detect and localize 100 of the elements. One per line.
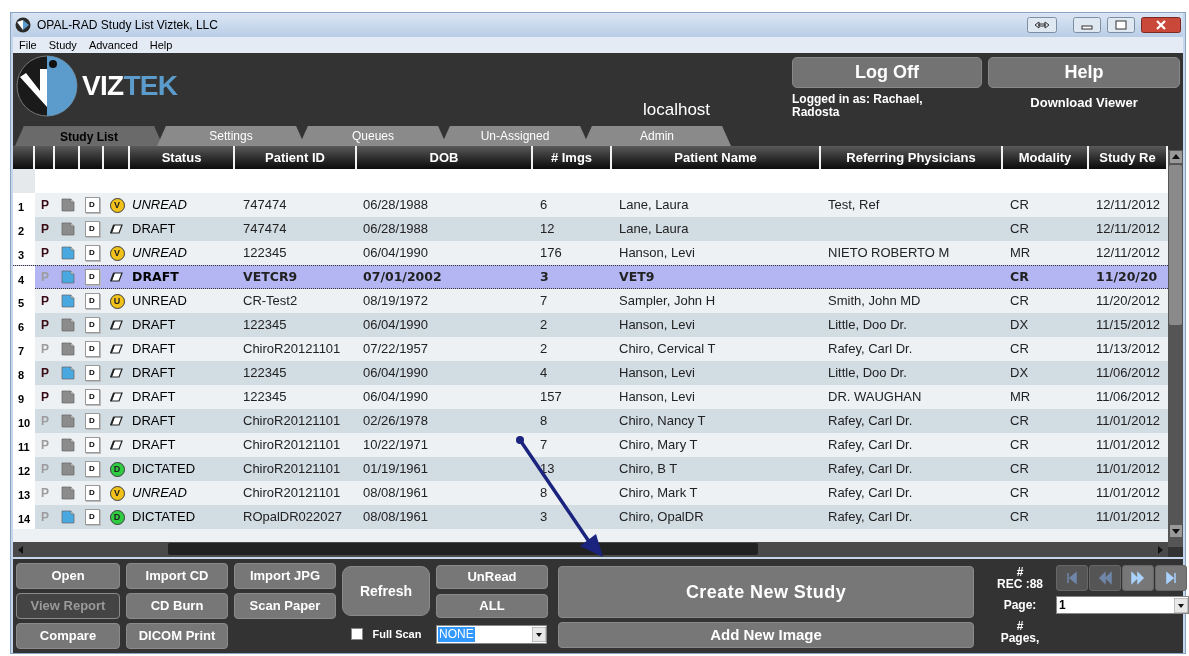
table-cell-text: 11/01/2012	[1095, 412, 1162, 431]
image-icon[interactable]	[59, 485, 76, 501]
eraser-icon	[110, 319, 124, 331]
image-icon[interactable]	[59, 221, 76, 237]
scroll-thumb[interactable]	[1169, 165, 1182, 325]
column-header[interactable]: # Imgs	[533, 146, 612, 169]
image-icon[interactable]	[59, 197, 76, 213]
document-button[interactable]: D	[84, 269, 100, 286]
p-flag[interactable]: P	[35, 244, 55, 262]
document-button[interactable]: D	[84, 221, 100, 237]
table-row[interactable]: 11 P D DRAFT ChiroR20121101 10/22/1971 7 Chiro, Mary T Rafey, Carl Dr. CR 11/01/2012	[13, 433, 1168, 457]
create-study-button[interactable]: Create New Study	[558, 566, 974, 618]
status-text: DRAFT	[131, 267, 180, 286]
table-row[interactable]: 4 P D DRAFT VETCR9 07/01/2002 3 VET9 CR 11/20/20	[13, 265, 1168, 289]
table-cell-text: Chiro, OpalDR	[618, 508, 705, 527]
action-button[interactable]: CD Burn	[126, 593, 228, 619]
image-icon[interactable]	[59, 293, 76, 309]
filter-button[interactable]: UnRead	[436, 565, 548, 589]
p-flag[interactable]: P	[35, 196, 55, 214]
scroll-left-icon[interactable]	[16, 544, 26, 555]
image-icon[interactable]	[59, 341, 76, 357]
table-row[interactable]: 10 P D DRAFT ChiroR20121101 02/26/1978 8 Chiro, Nancy T Rafey, Carl Dr. CR 11/01/2012	[13, 409, 1168, 433]
table-row[interactable]: 7 P D DRAFT ChiroR20121101 07/22/1957 2 Chiro, Cervical T Rafey, Carl Dr. CR 11/13/2012	[13, 337, 1168, 361]
resize-icon[interactable]	[1027, 17, 1057, 33]
column-header[interactable]: Patient ID	[235, 146, 357, 169]
refresh-button[interactable]: Refresh	[342, 566, 430, 616]
checkbox[interactable]	[350, 628, 363, 641]
log-off-button[interactable]: Log Off	[792, 57, 982, 88]
image-icon[interactable]	[59, 269, 76, 286]
column-header[interactable]: DOB	[357, 146, 533, 169]
document-button[interactable]: D	[84, 413, 100, 429]
window-title: OPAL-RAD Study List Viztek, LLC	[37, 17, 218, 34]
scroll-up-icon[interactable]	[1169, 151, 1182, 163]
column-header[interactable]: Patient Name	[612, 146, 821, 169]
document-button[interactable]: D	[84, 365, 100, 381]
table-cell-text: 02/26/1978	[362, 412, 430, 431]
table-row[interactable]: 6 P D DRAFT 122345 06/04/1990 2 Hanson, Levi Little, Doo Dr. DX 11/15/2012	[13, 313, 1168, 337]
document-button[interactable]: D	[84, 485, 100, 501]
p-flag[interactable]: P	[35, 220, 55, 238]
image-icon[interactable]	[59, 245, 76, 261]
filter-button[interactable]: ALL	[436, 594, 548, 618]
add-image-button[interactable]: Add New Image	[558, 622, 974, 648]
p-flag[interactable]: P	[35, 364, 55, 382]
column-header[interactable]: Referring Physicians	[821, 146, 1003, 169]
scroll-right-icon[interactable]	[1155, 544, 1165, 555]
document-button[interactable]: D	[84, 245, 100, 261]
dropdown-caret-icon[interactable]	[532, 627, 546, 642]
document-button[interactable]: D	[84, 317, 100, 333]
action-button[interactable]: Compare	[16, 623, 120, 649]
image-icon[interactable]	[59, 461, 76, 477]
dropdown-caret-icon[interactable]	[1174, 597, 1188, 613]
document-button[interactable]: D	[84, 437, 100, 453]
horizontal-scrollbar[interactable]	[13, 542, 1168, 557]
document-button[interactable]: D	[84, 389, 100, 405]
column-header[interactable]: Status	[130, 146, 235, 169]
table-row[interactable]: 9 P D DRAFT 122345 06/04/1990 157 Hanson, Levi DR. WAUGHAN MR 11/06/2012	[13, 385, 1168, 409]
table-row[interactable]: 5 P D U UNREAD CR-Test2 08/19/1972 7 Sampler, John H Smith, John MD CR 11/20/2012	[13, 289, 1168, 313]
action-button[interactable]: Import CD	[126, 563, 228, 589]
last-page-icon[interactable]	[1155, 565, 1187, 591]
menu-item[interactable]: File	[19, 36, 37, 54]
scroll-down-icon[interactable]	[1169, 525, 1182, 537]
table-cell-text: Chiro, Nancy T	[618, 412, 707, 431]
image-icon[interactable]	[59, 365, 76, 381]
action-button[interactable]: Import JPG	[234, 563, 336, 589]
help-button[interactable]: Help	[988, 57, 1180, 88]
image-icon[interactable]	[59, 317, 76, 333]
image-icon[interactable]	[59, 509, 76, 525]
column-header[interactable]: Study Re	[1089, 146, 1168, 169]
document-button[interactable]: D	[84, 461, 100, 477]
p-flag[interactable]: P	[35, 388, 55, 406]
close-icon[interactable]	[1141, 17, 1181, 33]
table-row[interactable]: 13 P D V UNREAD ChiroR20121101 08/08/1961 8 Chiro, Mark T Rafey, Carl Dr. CR 11/01/2012	[13, 481, 1168, 505]
document-button[interactable]: D	[84, 293, 100, 309]
image-icon[interactable]	[59, 437, 76, 453]
image-icon[interactable]	[59, 413, 76, 429]
document-button[interactable]: D	[84, 341, 100, 357]
table-row[interactable]: 3 P D V UNREAD 122345 06/04/1990 176 Hanson, Levi NIETO ROBERTO M MR 12/11/2012	[13, 241, 1168, 265]
table-row[interactable]: 2 P D DRAFT 747474 06/28/1988 12 Lane, Laura CR 12/11/2012	[13, 217, 1168, 241]
maximize-icon[interactable]	[1107, 17, 1135, 33]
action-button[interactable]: Open	[16, 563, 120, 589]
document-button[interactable]: D	[84, 509, 100, 525]
page-dropdown[interactable]: 1	[1056, 596, 1189, 614]
action-button[interactable]: DICOM Print	[126, 623, 228, 649]
scroll-thumb[interactable]	[168, 543, 758, 555]
p-flag[interactable]: P	[35, 292, 55, 310]
minimize-icon[interactable]	[1073, 17, 1101, 33]
table-row[interactable]: 14 P D D DICTATED ROpalDR022027 08/08/1961 3 Chiro, OpalDR Rafey, Carl Dr. CR 11/01/2012	[13, 505, 1168, 529]
column-header[interactable]: Modality	[1003, 146, 1089, 169]
table-row[interactable]: 8 P D DRAFT 122345 06/04/1990 4 Hanson, Levi Little, Doo Dr. DX 11/06/2012	[13, 361, 1168, 385]
menu-item[interactable]: Help	[149, 36, 173, 54]
vertical-scrollbar[interactable]	[1168, 150, 1183, 547]
menu-item[interactable]: Study	[48, 36, 77, 54]
action-button[interactable]: Scan Paper	[234, 593, 336, 619]
table-row[interactable]: 1 P D V UNREAD 747474 06/28/1988 6 Lane, Laura Test, Ref CR 12/11/2012	[13, 193, 1168, 217]
next-page-icon[interactable]	[1122, 565, 1154, 591]
p-flag[interactable]: P	[35, 316, 55, 334]
document-button[interactable]: D	[84, 197, 100, 213]
download-viewer-link[interactable]: Download Viewer	[1030, 93, 1138, 113]
menu-item[interactable]: Advanced	[88, 36, 138, 54]
image-icon[interactable]	[59, 389, 76, 405]
